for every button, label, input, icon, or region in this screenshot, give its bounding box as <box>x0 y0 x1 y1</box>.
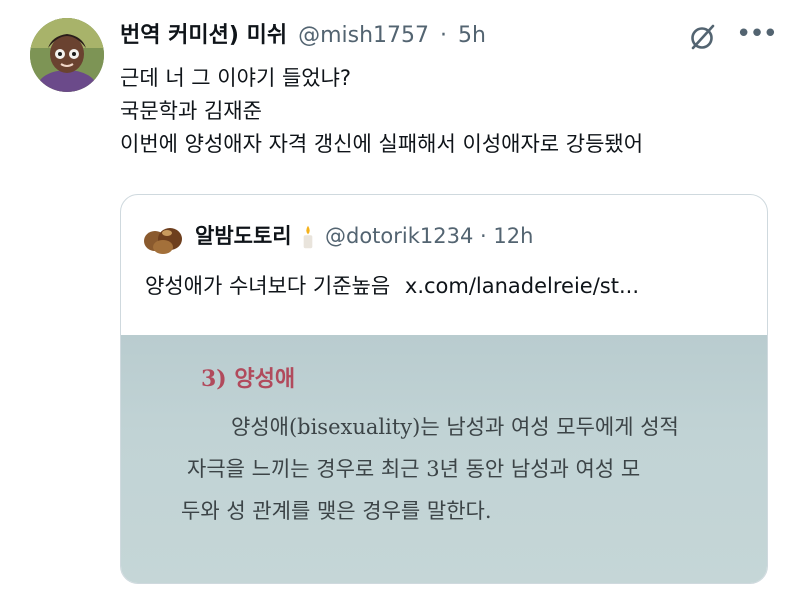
quote-timestamp[interactable]: 12h <box>493 224 533 248</box>
tweet-header: 번역 커미션) 미쉬 @mish1757 · 5h <box>120 22 486 50</box>
quote-photo[interactable]: 3) 양성애 양성애(bisexuality)는 남성과 여성 모두에게 성적 … <box>121 335 767 583</box>
tweet-text-line: 근데 너 그 이야기 들었냐? <box>120 66 352 90</box>
tweet-text-line: 이번에 양성애자 자격 갱신에 실패해서 이성애자로 강등됐어 <box>120 132 644 156</box>
quote-header-separator: · <box>480 224 487 248</box>
photo-text-line: 두와 성 관계를 맺은 경우를 말한다. <box>181 499 492 523</box>
quote-link[interactable]: x.com/lanadelreie/st... <box>405 274 639 298</box>
author-display-name[interactable]: 번역 커미션) 미쉬 <box>120 23 287 48</box>
author-handle[interactable]: @mish1757 <box>298 23 429 48</box>
quote-text-body: 양성애가 수녀보다 기준높음 <box>145 274 391 298</box>
grok-icon[interactable] <box>688 22 718 52</box>
photo-text-line: 양성애(bisexuality)는 남성과 여성 모두에게 성적 <box>231 415 679 439</box>
photo-text-line: 자극을 느끼는 경우로 최근 3년 동안 남성과 여성 모 <box>187 457 641 481</box>
quote-author-display-name[interactable]: 알밤도토리 <box>195 224 292 248</box>
author-avatar[interactable] <box>30 18 104 92</box>
more-options-button[interactable]: ••• <box>736 20 778 48</box>
tweet-text-line: 국문학과 김재준 <box>120 99 262 123</box>
tweet-timestamp[interactable]: 5h <box>458 23 486 48</box>
avatar-illustration <box>30 18 104 92</box>
tweet-text: 근데 너 그 이야기 들었냐? 국문학과 김재준 이번에 양성애자 자격 갱신에… <box>120 62 643 161</box>
quote-header: 알밤도토리 @dotorik1234 · 12h <box>195 221 533 251</box>
header-separator: · <box>440 23 447 48</box>
quote-text: 양성애가 수녀보다 기준높음 x.com/lanadelreie/st... <box>145 271 639 301</box>
quote-author-avatar[interactable] <box>143 221 183 255</box>
photo-section-title: 3) 양성애 <box>201 366 296 392</box>
quoted-tweet-card[interactable]: 알밤도토리 @dotorik1234 · 12h 양성애가 수녀보다 기준높음 … <box>120 194 768 584</box>
quote-author-handle[interactable]: @dotorik1234 <box>325 224 473 248</box>
candle-icon <box>303 225 313 249</box>
